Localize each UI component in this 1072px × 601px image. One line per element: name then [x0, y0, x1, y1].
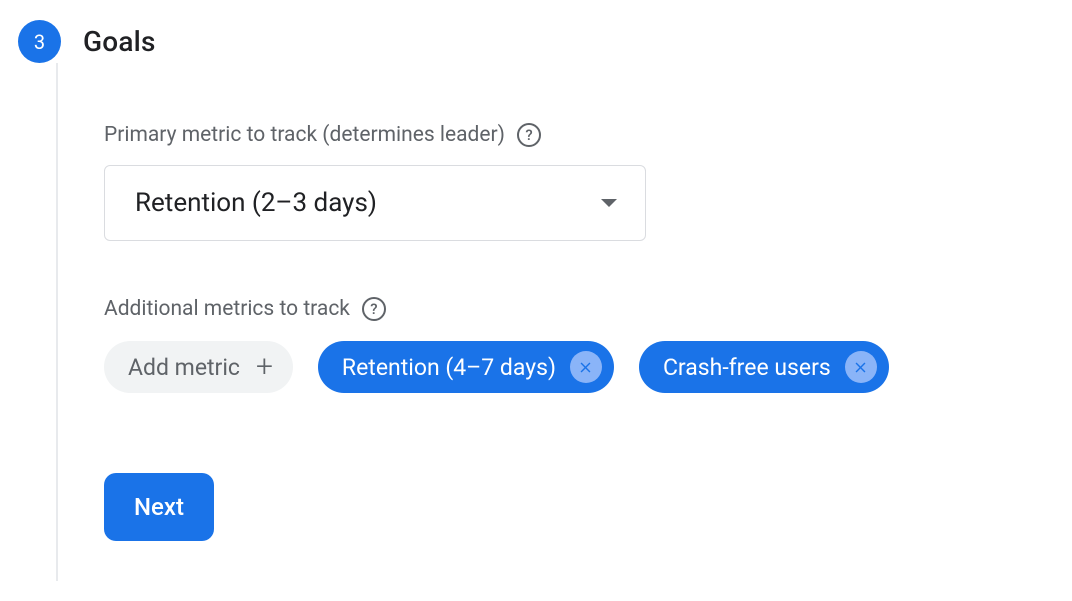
metric-chip: Crash-free users — [639, 341, 889, 393]
step-body: Primary metric to track (determines lead… — [56, 63, 1054, 581]
step-title: Goals — [83, 25, 156, 58]
metric-chip-label: Retention (4–7 days) — [342, 354, 556, 381]
primary-metric-select[interactable]: Retention (2–3 days) — [104, 165, 646, 241]
help-icon[interactable]: ? — [362, 297, 386, 321]
remove-chip-button[interactable] — [570, 351, 602, 383]
plus-icon: + — [256, 352, 273, 382]
primary-metric-label: Primary metric to track (determines lead… — [104, 123, 505, 147]
add-metric-label: Add metric — [128, 354, 240, 381]
help-icon[interactable]: ? — [517, 123, 541, 147]
primary-metric-value: Retention (2–3 days) — [135, 188, 377, 218]
remove-chip-button[interactable] — [845, 351, 877, 383]
step-header: 3 Goals — [18, 20, 1054, 63]
dropdown-icon — [601, 199, 617, 207]
next-button[interactable]: Next — [104, 473, 214, 541]
close-icon — [577, 359, 594, 376]
metric-chip-label: Crash-free users — [663, 354, 831, 381]
close-icon — [852, 359, 869, 376]
add-metric-button[interactable]: Add metric + — [104, 341, 293, 393]
metric-chips: Add metric + Retention (4–7 days) Crash-… — [104, 341, 1054, 393]
step-number-badge: 3 — [18, 20, 61, 63]
metric-chip: Retention (4–7 days) — [318, 341, 614, 393]
additional-metrics-label: Additional metrics to track — [104, 297, 350, 321]
